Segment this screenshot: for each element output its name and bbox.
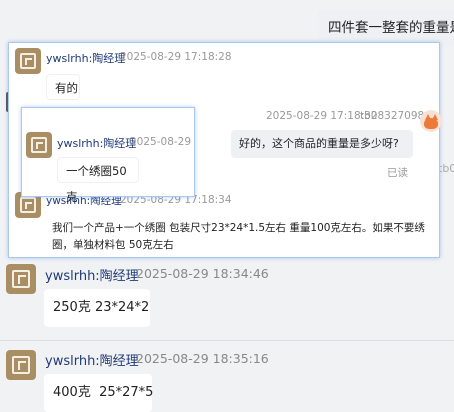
- shop-logo-icon: [19, 196, 37, 214]
- message-time: 2025-08-29 18:34:46: [136, 266, 269, 281]
- shop-avatar: [6, 264, 36, 294]
- shop-logo-icon: [19, 52, 37, 70]
- message-bubble: 有的: [46, 74, 80, 100]
- sender-name: ywslrhh:陶经理: [57, 137, 137, 150]
- sender-name: ywslrhh:陶经理: [45, 269, 139, 284]
- message-time: 2025-08-29 18: [130, 136, 192, 148]
- partial-user-id: tb0: [438, 162, 454, 175]
- shop-avatar: [6, 350, 36, 380]
- message-time: 2025-08-29 17:18:28: [120, 51, 232, 63]
- shop-avatar: [15, 48, 41, 74]
- shop-logo-icon: [30, 136, 48, 154]
- message-bubble: 250克 23*24*2: [44, 289, 150, 327]
- sender-name: ywslrhh:陶经理: [46, 52, 126, 65]
- message-bubble: 400克 25*27*5: [44, 374, 153, 412]
- message-bubble: 我们一个产品+一个绣圈 包装尺寸23*24*1.5左右 重量100克左右。如果不…: [46, 214, 434, 256]
- panel-bottom-line: [0, 340, 454, 341]
- shop-logo-icon: [11, 269, 31, 289]
- self-message-bubble: 好的，这个商品的重量是多少呀?: [231, 130, 413, 158]
- message-bubble: 一个绣圈50克: [57, 157, 139, 204]
- self-user-id: tb08327098: [360, 110, 425, 122]
- shop-logo-icon: [11, 355, 31, 375]
- shop-avatar: [26, 132, 52, 158]
- message-time: 2025-08-29 18:35:16: [136, 351, 269, 366]
- user-avatar: [420, 110, 442, 132]
- sender-name: ywslrhh:陶经理: [45, 354, 139, 369]
- read-status: 已读: [387, 167, 408, 179]
- top-message-bubble: 四件套一整套的重量是: [318, 10, 454, 46]
